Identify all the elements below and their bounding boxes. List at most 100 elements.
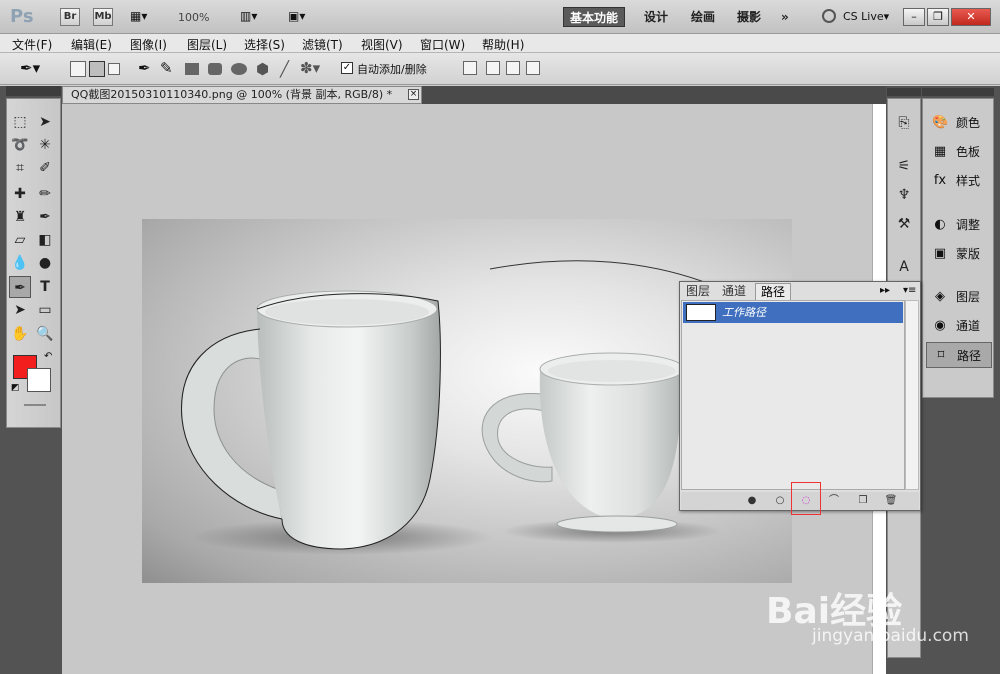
rectangle-tool-icon[interactable]: [185, 63, 199, 75]
quick-mask-icon[interactable]: [24, 404, 46, 406]
menu-filter[interactable]: 滤镜(T): [302, 36, 343, 53]
eyedropper-icon[interactable]: ✐: [34, 157, 56, 179]
magic-wand-icon[interactable]: ✳: [34, 134, 56, 156]
workspace-essentials[interactable]: 基本功能: [563, 7, 626, 27]
menu-help[interactable]: 帮助(H): [482, 36, 524, 53]
history-panel-icon[interactable]: ⎘: [893, 112, 915, 134]
document-tab[interactable]: QQ截图20150310110340.png @ 100% (背景 副本, RG…: [62, 86, 422, 104]
freeform-pen-icon[interactable]: ✎: [160, 59, 173, 77]
tools-panel-header[interactable]: [6, 86, 61, 96]
arrange-documents-icon[interactable]: ▥▾: [240, 9, 257, 23]
brush-presets-icon[interactable]: ⚟: [893, 155, 915, 177]
panel-color[interactable]: 🎨 颜色: [926, 110, 992, 136]
close-button[interactable]: ✕: [951, 8, 991, 26]
rounded-rectangle-icon[interactable]: [208, 63, 222, 75]
zoom-level[interactable]: 100%: [178, 11, 209, 24]
panel-dock-header[interactable]: [922, 88, 994, 96]
screen-mode-icon[interactable]: ▣▾: [288, 9, 305, 23]
line-tool-icon[interactable]: ╱: [280, 60, 289, 78]
auto-add-delete-label: 自动添加/删除: [357, 63, 427, 76]
hand-tool-icon[interactable]: ✋: [9, 323, 31, 345]
default-colors-icon[interactable]: ◩: [11, 383, 20, 393]
crop-tool-icon[interactable]: ⌗: [9, 157, 31, 179]
panel-masks-label: 蒙版: [956, 247, 981, 261]
list-item-work-path[interactable]: [683, 302, 903, 323]
pen-tool-icon[interactable]: ✒: [9, 276, 31, 298]
blur-tool-icon[interactable]: 💧: [9, 252, 31, 274]
type-tool-icon[interactable]: T: [34, 276, 56, 298]
tab-layers[interactable]: 图层: [681, 283, 715, 300]
character-panel-icon[interactable]: A: [893, 256, 915, 278]
panel-swatches[interactable]: ▦ 色板: [926, 139, 992, 165]
pen-tool-preset-icon[interactable]: ✒▾: [20, 59, 40, 77]
panel-paths[interactable]: ⌑ 路径: [926, 342, 992, 368]
make-work-path-icon[interactable]: ⌒: [824, 495, 844, 507]
workspace-painting[interactable]: 绘画: [685, 7, 721, 27]
menu-layer[interactable]: 图层(L): [187, 36, 227, 53]
combine-add-icon[interactable]: [463, 61, 477, 75]
menu-window[interactable]: 窗口(W): [420, 36, 465, 53]
shape-layers-icon[interactable]: [70, 61, 86, 77]
dodge-tool-icon[interactable]: ●: [34, 252, 56, 274]
fill-path-icon[interactable]: ●: [745, 495, 759, 507]
bridge-button[interactable]: Br: [60, 8, 80, 26]
tab-channels[interactable]: 通道: [717, 283, 751, 300]
narrow-panel-header[interactable]: [887, 88, 921, 96]
menu-image[interactable]: 图像(I): [130, 36, 167, 53]
brush-panel-icon[interactable]: ♆: [893, 184, 915, 206]
shape-tool-icon[interactable]: ▭: [34, 299, 56, 321]
clone-source-icon[interactable]: ⚒: [893, 213, 915, 235]
combine-subtract-icon[interactable]: [486, 61, 500, 75]
workspace-photography[interactable]: 摄影: [731, 7, 767, 27]
tab-paths[interactable]: 路径: [755, 283, 792, 300]
menu-edit[interactable]: 编辑(E): [71, 36, 112, 53]
workspace-design[interactable]: 设计: [638, 7, 674, 27]
background-color-swatch[interactable]: [27, 368, 51, 392]
menu-view[interactable]: 视图(V): [361, 36, 403, 53]
paths-list-scrollbar[interactable]: [905, 300, 919, 490]
styles-icon: fx: [933, 173, 947, 188]
fill-pixels-icon[interactable]: [108, 63, 120, 75]
restore-button[interactable]: ❐: [927, 8, 949, 26]
marquee-tool-icon[interactable]: ⬚: [9, 111, 31, 133]
minibridge-button[interactable]: Mb: [93, 8, 113, 26]
menu-select[interactable]: 选择(S): [244, 36, 285, 53]
panel-channels[interactable]: ◉ 通道: [926, 313, 992, 339]
gradient-tool-icon[interactable]: ◧: [34, 229, 56, 251]
panel-menu-icon[interactable]: ▾≡: [903, 285, 916, 296]
menu-file[interactable]: 文件(F): [12, 36, 52, 53]
swap-colors-icon[interactable]: ↶: [44, 351, 52, 362]
combine-intersect-icon[interactable]: [506, 61, 520, 75]
move-tool-icon[interactable]: ➤: [34, 111, 56, 133]
healing-brush-icon[interactable]: ✚: [9, 183, 31, 205]
polygon-tool-icon[interactable]: ⬢: [256, 60, 269, 78]
pen-icon[interactable]: ✒: [138, 59, 151, 77]
brush-tool-icon[interactable]: ✏: [34, 183, 56, 205]
panel-adjustments[interactable]: ◐ 调整: [926, 212, 992, 238]
lasso-tool-icon[interactable]: ➰: [9, 134, 31, 156]
custom-shape-icon[interactable]: ✽▾: [300, 59, 320, 77]
history-brush-icon[interactable]: ✒: [34, 206, 56, 228]
delete-path-icon[interactable]: 🗑: [884, 495, 898, 507]
panel-collapse-icon[interactable]: ▸▸: [880, 285, 890, 296]
panel-adjustments-label: 调整: [956, 218, 981, 232]
stroke-path-icon[interactable]: ○: [773, 495, 787, 507]
ellipse-tool-icon[interactable]: [231, 63, 247, 75]
eraser-tool-icon[interactable]: ▱: [9, 229, 31, 251]
cslive-button[interactable]: CS Live▾: [843, 10, 889, 23]
workspace-more[interactable]: »: [775, 7, 795, 27]
auto-add-delete-checkbox[interactable]: ✓: [341, 62, 353, 74]
document-close-icon[interactable]: ×: [408, 89, 419, 100]
combine-exclude-icon[interactable]: [526, 61, 540, 75]
new-path-icon[interactable]: ❒: [856, 495, 870, 507]
path-selection-icon[interactable]: ➤: [9, 299, 31, 321]
paths-mode-icon[interactable]: [89, 61, 105, 77]
clone-stamp-icon[interactable]: ♜: [9, 206, 31, 228]
view-extras-icon[interactable]: ▦▾: [130, 9, 160, 25]
panel-styles[interactable]: fx 样式: [926, 168, 992, 194]
panel-paths-label: 路径: [957, 349, 982, 363]
minimize-button[interactable]: –: [903, 8, 925, 26]
panel-layers[interactable]: ◈ 图层: [926, 284, 992, 310]
panel-masks[interactable]: ▣ 蒙版: [926, 241, 992, 267]
zoom-tool-icon[interactable]: 🔍: [34, 323, 56, 345]
